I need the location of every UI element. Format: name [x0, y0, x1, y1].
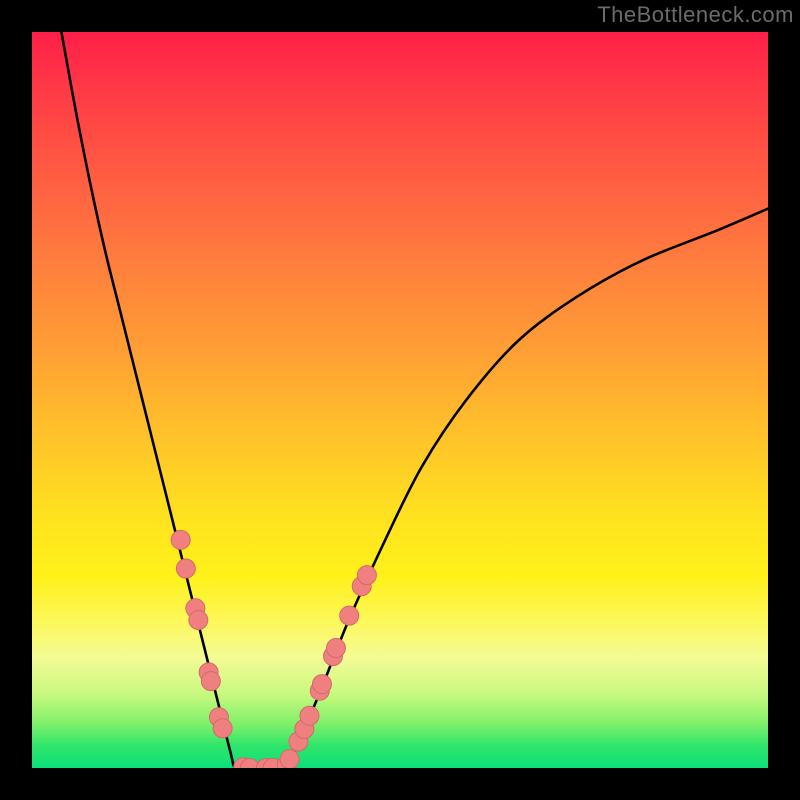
curve-svg — [32, 32, 768, 768]
scatter-dot — [340, 606, 359, 625]
scatter-dot — [357, 566, 376, 585]
scatter-dot — [189, 611, 208, 630]
scatter-dot — [280, 750, 299, 768]
scatter-markers — [171, 530, 376, 768]
bottleneck-curve — [61, 32, 768, 768]
scatter-dot — [213, 719, 232, 738]
scatter-dot — [171, 530, 190, 549]
scatter-dot — [201, 672, 220, 691]
v-curve-path — [61, 32, 768, 768]
scatter-dot — [326, 639, 345, 658]
scatter-dot — [312, 675, 331, 694]
scatter-dot — [176, 559, 195, 578]
watermark-text: TheBottleneck.com — [597, 2, 794, 28]
scatter-dot — [300, 706, 319, 725]
plot-area — [32, 32, 768, 768]
chart-frame: TheBottleneck.com — [0, 0, 800, 800]
